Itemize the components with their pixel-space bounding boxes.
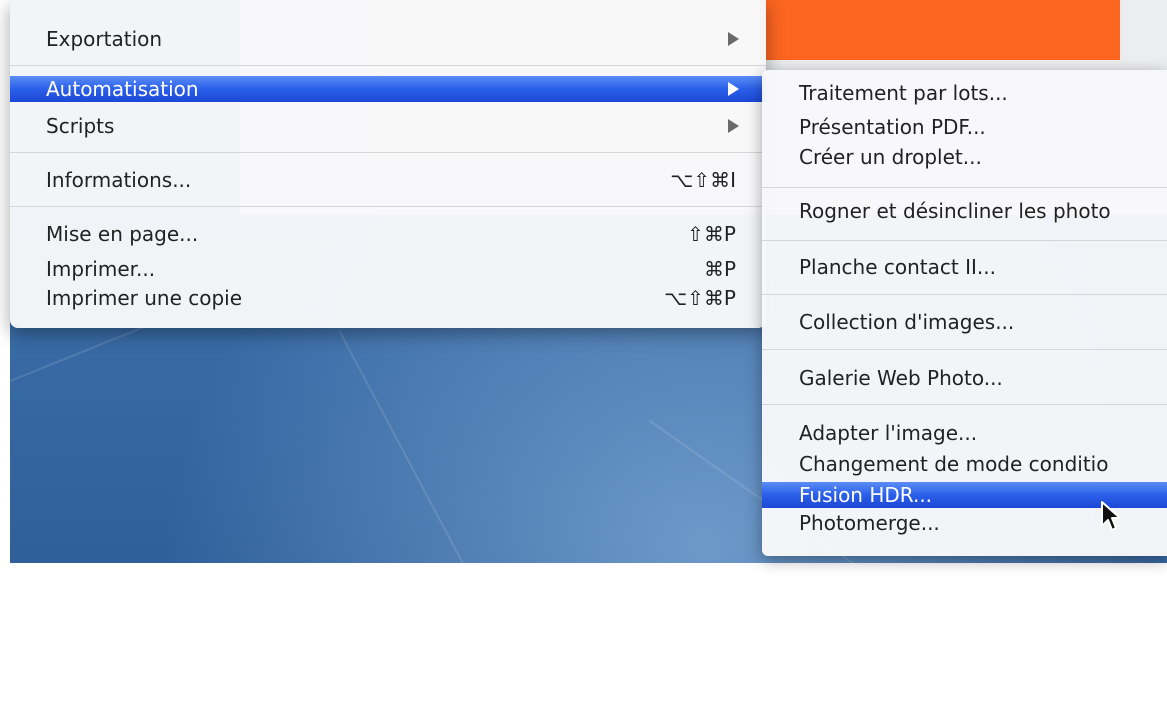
screen-edge — [0, 0, 10, 576]
automatisation-submenu: Traitement par lots... Présentation PDF.… — [762, 70, 1167, 556]
shortcut-label: ⌥⇧⌘P — [664, 286, 736, 310]
submenu-item-collection-images[interactable]: Collection d'images... — [762, 309, 1167, 335]
submenu-item-adapter-image[interactable]: Adapter l'image... — [762, 420, 1167, 446]
submenu-item-presentation-pdf[interactable]: Présentation PDF... — [762, 114, 1167, 140]
menu-item-imprimer[interactable]: Imprimer... ⌘P — [10, 256, 766, 282]
menu-item-informations[interactable]: Informations... ⌥⇧⌘I — [10, 167, 766, 193]
submenu-item-galerie-web[interactable]: Galerie Web Photo... — [762, 365, 1167, 391]
submenu-item-traitement-par-lots[interactable]: Traitement par lots... — [762, 80, 1167, 106]
document-accent — [760, 0, 1120, 60]
shortcut-label: ⇧⌘P — [687, 222, 736, 246]
file-menu: · · · · · Exportation Automatisation Scr… — [10, 0, 766, 328]
submenu-arrow-icon — [728, 82, 739, 96]
separator — [762, 187, 1167, 188]
menu-item-automatisation[interactable]: Automatisation — [10, 76, 766, 102]
submenu-arrow-icon — [728, 119, 739, 133]
screen-edge-bottom — [0, 563, 1167, 576]
pointer-arrow-icon — [1101, 501, 1121, 531]
clipped-menu-item: · · · · · — [46, 0, 103, 10]
separator — [762, 240, 1167, 241]
separator — [762, 294, 1167, 295]
separator — [10, 152, 766, 153]
shortcut-label: ⌥⇧⌘I — [670, 168, 736, 192]
separator — [10, 65, 766, 66]
menu-item-scripts[interactable]: Scripts — [10, 113, 766, 139]
menu-item-exportation[interactable]: Exportation — [10, 26, 766, 52]
submenu-item-creer-droplet[interactable]: Créer un droplet... — [762, 144, 1167, 170]
menu-item-mise-en-page[interactable]: Mise en page... ⇧⌘P — [10, 221, 766, 247]
separator — [762, 404, 1167, 405]
submenu-item-planche-contact[interactable]: Planche contact II... — [762, 254, 1167, 280]
separator — [10, 206, 766, 207]
submenu-item-changement-mode[interactable]: Changement de mode conditio — [762, 451, 1167, 477]
menu-item-imprimer-une-copie[interactable]: Imprimer une copie ⌥⇧⌘P — [10, 285, 766, 311]
submenu-arrow-icon — [728, 32, 739, 46]
shortcut-label: ⌘P — [703, 257, 736, 281]
submenu-item-rogner-desincliner[interactable]: Rogner et désincliner les photo — [762, 198, 1167, 224]
separator — [762, 349, 1167, 350]
